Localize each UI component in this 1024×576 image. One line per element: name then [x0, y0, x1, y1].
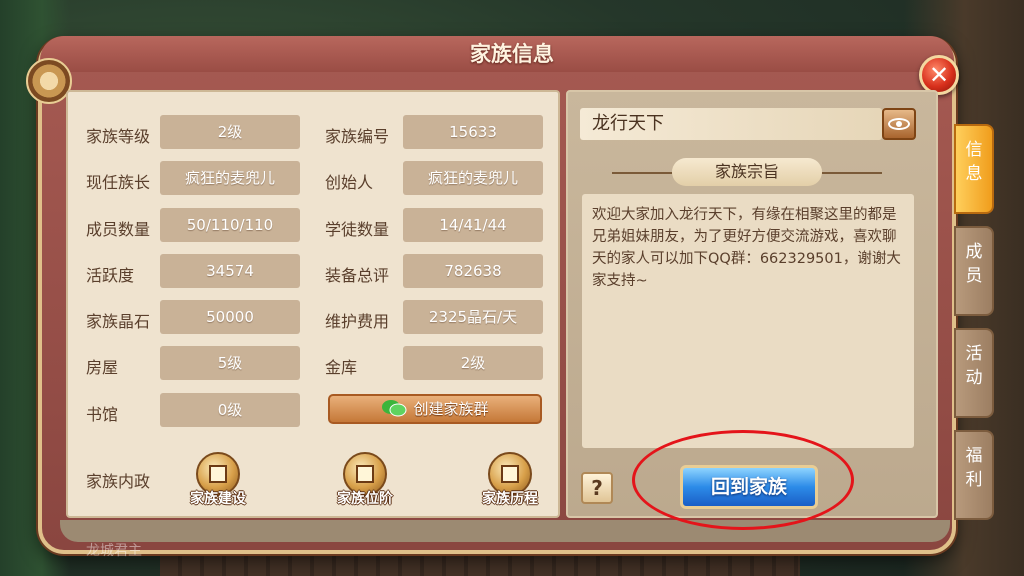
family-name-field: 龙行天下	[580, 108, 882, 140]
level-value: 2级	[160, 115, 300, 149]
tab-members-label: 成员	[965, 242, 983, 286]
return-to-family-button[interactable]: 回到家族	[680, 465, 818, 509]
tab-activities[interactable]: 活动	[954, 328, 994, 418]
leader-value: 疯狂的麦兜儿	[160, 161, 300, 195]
divider-left	[612, 172, 672, 174]
family-rank-button[interactable]: 家族位阶	[320, 452, 410, 516]
tab-members[interactable]: 成员	[954, 226, 994, 316]
family-rank-label: 家族位阶	[337, 491, 393, 507]
house-value: 5级	[160, 346, 300, 380]
wechat-icon	[382, 399, 407, 416]
window-title: 家族信息	[470, 42, 554, 66]
apprentice-count-label: 学徒数量	[325, 220, 390, 239]
founder-value: 疯狂的麦兜儿	[403, 161, 543, 195]
divider-right	[822, 172, 882, 174]
equip-score-label: 装备总评	[325, 266, 390, 285]
library-label: 书馆	[86, 405, 119, 424]
house-label: 房屋	[86, 358, 119, 377]
crystal-label: 家族晶石	[86, 312, 151, 331]
view-button[interactable]	[882, 108, 916, 140]
activity-value: 34574	[160, 254, 300, 288]
create-group-label: 创建家族群	[413, 400, 489, 418]
level-label: 家族等级	[86, 127, 151, 146]
family-id-label: 家族编号	[325, 127, 390, 146]
member-count-label: 成员数量	[86, 220, 151, 239]
crystal-value: 50000	[160, 300, 300, 334]
family-history-label: 家族历程	[482, 491, 538, 507]
eye-icon	[888, 118, 910, 130]
purpose-text: 欢迎大家加入龙行天下，有缘在相聚这里的都是兄弟姐妹朋友，为了更好方便交流游戏，喜…	[582, 194, 914, 448]
treasury-value: 2级	[403, 346, 543, 380]
close-button[interactable]: ✕	[919, 55, 959, 95]
activity-label: 活跃度	[86, 266, 135, 285]
tab-info-label: 信息	[965, 140, 983, 184]
create-group-button[interactable]: 创建家族群	[328, 394, 542, 424]
upkeep-value: 2325晶石/天	[403, 300, 543, 334]
treasury-label: 金库	[325, 358, 358, 377]
tab-benefits[interactable]: 福利	[954, 430, 994, 520]
panel-bottom-strip	[60, 520, 950, 542]
member-count-value: 50/110/110	[160, 208, 300, 242]
upkeep-label: 维护费用	[325, 312, 390, 331]
family-build-button[interactable]: 家族建设	[173, 452, 263, 516]
family-history-button[interactable]: 家族历程	[465, 452, 555, 516]
internal-affairs-label: 家族内政	[86, 472, 151, 491]
equip-score-value: 782638	[403, 254, 543, 288]
tab-activities-label: 活动	[965, 344, 983, 388]
family-build-label: 家族建设	[190, 491, 246, 507]
founder-label: 创始人	[325, 173, 374, 192]
watermark: 龙城君主	[86, 543, 142, 559]
purpose-title: 家族宗旨	[672, 158, 822, 186]
tab-benefits-label: 福利	[965, 446, 983, 490]
apprentice-count-value: 14/41/44	[403, 208, 543, 242]
leader-label: 现任族长	[86, 173, 151, 192]
family-id-value: 15633	[403, 115, 543, 149]
library-value: 0级	[160, 393, 300, 427]
help-button[interactable]: ?	[581, 472, 613, 504]
tab-info[interactable]: 信息	[954, 124, 994, 214]
